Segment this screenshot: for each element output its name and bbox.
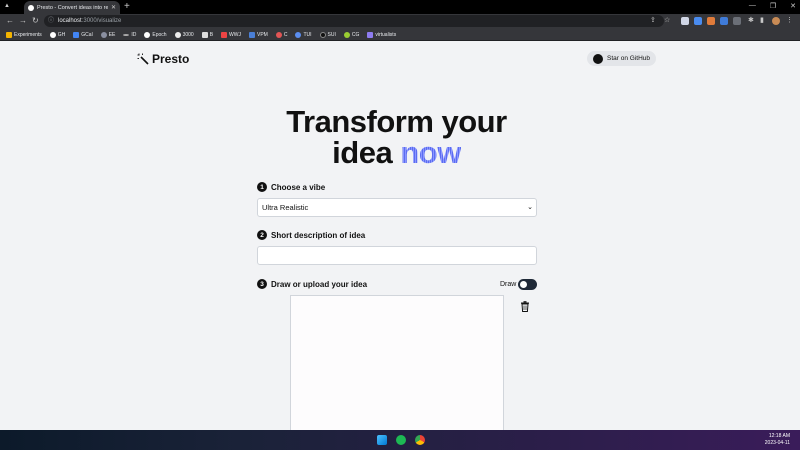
step-title: Choose a vibe: [271, 182, 326, 192]
step-2-label: 2 Short description of idea: [257, 230, 365, 240]
system-clock[interactable]: 12:18 AM 2023-04-11: [765, 433, 790, 447]
chrome-menu-icon[interactable]: ⋮: [786, 16, 793, 24]
bookmark-item[interactable]: C: [275, 31, 287, 38]
bookmark-item[interactable]: virtualists: [367, 31, 396, 38]
profile-avatar[interactable]: [772, 17, 780, 25]
idea-description-input[interactable]: [257, 246, 537, 265]
github-icon: [593, 53, 603, 64]
tab-title: Presto - Convert ideas into realis: [37, 4, 108, 11]
dash-icon: [123, 33, 130, 36]
hero-line-1: Transform your: [286, 104, 507, 139]
bookmark-item[interactable]: GCal: [73, 31, 93, 38]
trash-icon[interactable]: [520, 301, 530, 312]
tab-search-icon[interactable]: ▲: [4, 3, 10, 9]
star-on-github-button[interactable]: Star on GitHub: [587, 51, 656, 66]
url-host: localhost: [58, 18, 82, 24]
step-title: Draw or upload your idea: [271, 279, 368, 289]
bookmark-item[interactable]: WWJ: [221, 31, 241, 38]
sui-icon: [319, 31, 326, 38]
extensions-puzzle-icon[interactable]: ✱: [748, 16, 754, 24]
clock-date: 2023-04-11: [764, 440, 790, 446]
github-icon: [49, 31, 56, 38]
draw-toggle-label: Draw: [500, 281, 517, 288]
page-content: Presto Star on GitHub Transform your ide…: [0, 42, 800, 430]
browser-tab-strip: ▲ Presto - Convert ideas into realis ✕ +…: [0, 0, 800, 14]
tui-icon: [295, 31, 302, 38]
hero-word-now: now: [400, 135, 461, 170]
site-info-icon[interactable]: ⓘ: [48, 15, 54, 27]
step-number: 1: [257, 182, 267, 192]
bookmark-item[interactable]: Experiments: [6, 31, 42, 38]
windows-taskbar: 12:18 AM 2023-04-11: [0, 430, 800, 450]
extension-2-icon[interactable]: [694, 17, 702, 25]
browser-tab[interactable]: Presto - Convert ideas into realis ✕: [24, 1, 120, 14]
extension-1-icon[interactable]: [681, 17, 689, 25]
bookmarks-bar: Experiments GH GCal EE ID Epoch 3000 B W…: [0, 29, 800, 41]
bookmark-item[interactable]: ID: [123, 32, 136, 38]
calendar-icon: [73, 31, 80, 38]
ethereum-icon: [100, 31, 107, 38]
forward-icon[interactable]: →: [19, 16, 27, 25]
hero-word-idea: idea: [332, 135, 393, 170]
bookmark-item[interactable]: Epoch: [144, 31, 167, 38]
step-title: Short description of idea: [271, 230, 366, 240]
extension-4-icon[interactable]: [720, 17, 728, 25]
virtualists-icon: [367, 31, 374, 38]
draw-toggle[interactable]: [518, 279, 537, 290]
step-number: 3: [257, 279, 267, 289]
star-on-github-label: Star on GitHub: [607, 55, 650, 62]
back-icon[interactable]: ←: [6, 16, 14, 25]
b-icon: [201, 31, 208, 38]
extension-5-icon[interactable]: [733, 17, 741, 25]
share-icon[interactable]: ⇪: [650, 16, 656, 24]
vpm-icon: [248, 31, 255, 38]
step-1-label: 1 Choose a vibe: [257, 182, 325, 192]
maximize-icon[interactable]: ❐: [770, 2, 776, 10]
bookmark-item[interactable]: B: [201, 31, 213, 38]
reload-icon[interactable]: ↻: [32, 16, 39, 25]
bookmark-item[interactable]: TUI: [295, 31, 312, 38]
hero-line-2: idea now: [200, 137, 593, 168]
chrome-icon[interactable]: [415, 435, 425, 445]
bookmark-item[interactable]: EE: [100, 31, 115, 38]
step-number: 2: [257, 230, 267, 240]
vibe-select[interactable]: Ultra Realistic ⌄: [257, 198, 537, 217]
side-panel-icon[interactable]: ▮: [760, 16, 764, 24]
minimize-icon[interactable]: —: [749, 2, 756, 10]
url-path: :3000/visualize: [81, 18, 122, 24]
step-3-label: 3 Draw or upload your idea: [257, 279, 367, 289]
close-tab-icon[interactable]: ✕: [111, 4, 116, 11]
epoch-icon: [144, 31, 151, 38]
address-bar[interactable]: ⓘ localhost:3000/visualize: [44, 15, 664, 27]
bookmark-item[interactable]: SUI: [319, 31, 336, 38]
bookmark-star-icon[interactable]: ☆: [664, 16, 670, 24]
hero-heading: Transform your idea now: [200, 106, 593, 168]
presto-logo[interactable]: Presto: [137, 52, 189, 66]
wwj-icon: [221, 31, 228, 38]
logo-text: Presto: [152, 52, 190, 66]
vibe-select-value: Ultra Realistic: [262, 203, 309, 212]
tab-favicon-icon: [28, 4, 34, 11]
bookmark-item[interactable]: 3000: [174, 31, 194, 38]
close-window-icon[interactable]: ✕: [790, 2, 796, 10]
window-controls: — ❐ ✕: [749, 2, 796, 10]
toggle-knob: [520, 281, 527, 288]
spotify-icon[interactable]: [396, 435, 406, 445]
new-tab-icon[interactable]: +: [124, 1, 130, 13]
drawing-canvas[interactable]: [290, 295, 504, 430]
folder-icon: [6, 31, 12, 38]
bookmark-item[interactable]: VPM: [248, 31, 268, 38]
extension-3-icon[interactable]: [707, 17, 715, 25]
browser-toolbar: ← → ↻ ⓘ localhost:3000/visualize ⇪ ☆ ✱ ▮…: [0, 14, 800, 29]
bookmark-item[interactable]: CG: [343, 31, 359, 38]
c-icon: [275, 31, 282, 38]
windows-start-icon[interactable]: [377, 435, 387, 445]
magic-wand-icon: [137, 53, 149, 65]
chevron-down-icon: ⌄: [527, 204, 533, 211]
localhost-icon: [174, 31, 181, 38]
clock-time: 12:18 AM: [768, 433, 790, 439]
cg-icon: [343, 31, 350, 38]
bookmark-item[interactable]: GH: [49, 31, 65, 38]
